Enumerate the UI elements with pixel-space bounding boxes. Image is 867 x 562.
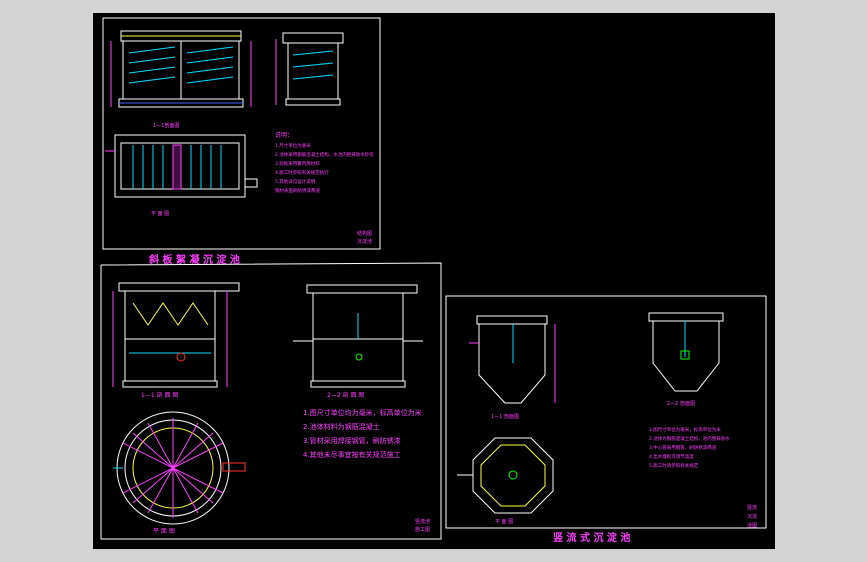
sheet2-note-2: 2.池体材料为钢筋混凝土	[303, 422, 380, 431]
cad-drawing: 1—1剖面图 平 面 图 说明： 1.尺寸单位为毫米 2.池体采用钢筋混凝土结构…	[100, 17, 767, 544]
sheet3-plan	[457, 437, 554, 514]
sheet2-section2-label: 2—2 剖 面 图	[327, 391, 364, 399]
sheet3-title: 竖 流 式 沉 淀 池	[553, 531, 630, 544]
sheet1-note-3: 3.斜板采用聚丙烯材料	[275, 160, 320, 167]
sheet2-stamp-2: 施工图	[415, 526, 430, 533]
sheet2-section1-label: 1—1 剖 面 图	[141, 391, 178, 399]
sheet1-plan-label: 平 面 图	[151, 211, 169, 217]
sheet3-section1	[469, 315, 556, 404]
sheet2-note-1: 1.图尺寸单位均为毫米，标高单位为米	[303, 408, 422, 417]
sheet3-note-1: 1.图尺寸单位为毫米，标高单位为米	[649, 426, 721, 433]
sheet3-plan-label: 平 面 图	[495, 519, 513, 525]
sheet1-stamp-1: 结构图	[357, 230, 372, 237]
sheet1-note-4: 4.施工时参照有关规范执行	[275, 169, 329, 176]
sheet3-note-5: 5.施工时请参照有关规范	[649, 462, 699, 469]
sheet3-stamp-2: 沉淀	[747, 513, 757, 520]
sheet1-note-2: 2.池体采用钢筋混凝土结构，水池内壁抹防水砂浆	[275, 151, 374, 158]
sheet2-plan-label: 平 面 图	[153, 528, 175, 535]
sheet1-section-drawing	[110, 30, 252, 108]
sheet1-title: 斜 板 絮 凝 沉 淀 池	[148, 253, 240, 266]
sheet3-section2-label: 2—2 剖面图	[667, 400, 695, 407]
sheet3-stamp-1: 竖流	[747, 504, 757, 511]
sheet3-note-2: 2.池体为钢筋混凝土结构，池内壁抹防水	[649, 435, 730, 442]
sheet1-notes-title: 说明：	[275, 131, 293, 139]
sheet1-note-6: 钢材表面刷防锈漆两道	[275, 187, 320, 194]
sheet1-plan-drawing	[105, 134, 258, 198]
sheet2-frame	[100, 262, 442, 540]
sheet2-section2	[293, 284, 423, 388]
sheet3-frame	[445, 295, 767, 529]
sheet3-section1-label: 1—1 剖面图	[491, 413, 519, 420]
sheet2-section1	[112, 282, 240, 388]
sheet1-note-1: 1.尺寸单位为毫米	[275, 142, 311, 149]
cad-drawing-area[interactable]: 1—1剖面图 平 面 图 说明： 1.尺寸单位为毫米 2.池体采用钢筋混凝土结构…	[93, 13, 775, 549]
sheet3-note-4: 4.出水堰板可调节高度	[649, 453, 694, 460]
sheet2-note-4: 4.其他未尽事宜按有关规范施工	[303, 450, 401, 459]
sheet1-note-5: 5.其他详见设计说明	[275, 178, 316, 185]
sheet2-plan	[113, 411, 246, 525]
sheet2-note-3: 3.管材采用焊接钢管，刷防锈漆	[303, 436, 401, 445]
sheet1-section-label: 1—1剖面图	[153, 122, 179, 129]
sheet3-stamp-3: 池图	[747, 522, 757, 529]
sheet3-section2	[648, 312, 724, 392]
sheet1-side-section	[275, 32, 344, 106]
sheet2-stamp-1: 竖流池	[415, 518, 430, 525]
sheet1-stamp-2: 沉淀池	[357, 238, 372, 245]
sheet3-note-3: 3.中心管采用钢管，刷防锈漆两道	[649, 444, 717, 451]
